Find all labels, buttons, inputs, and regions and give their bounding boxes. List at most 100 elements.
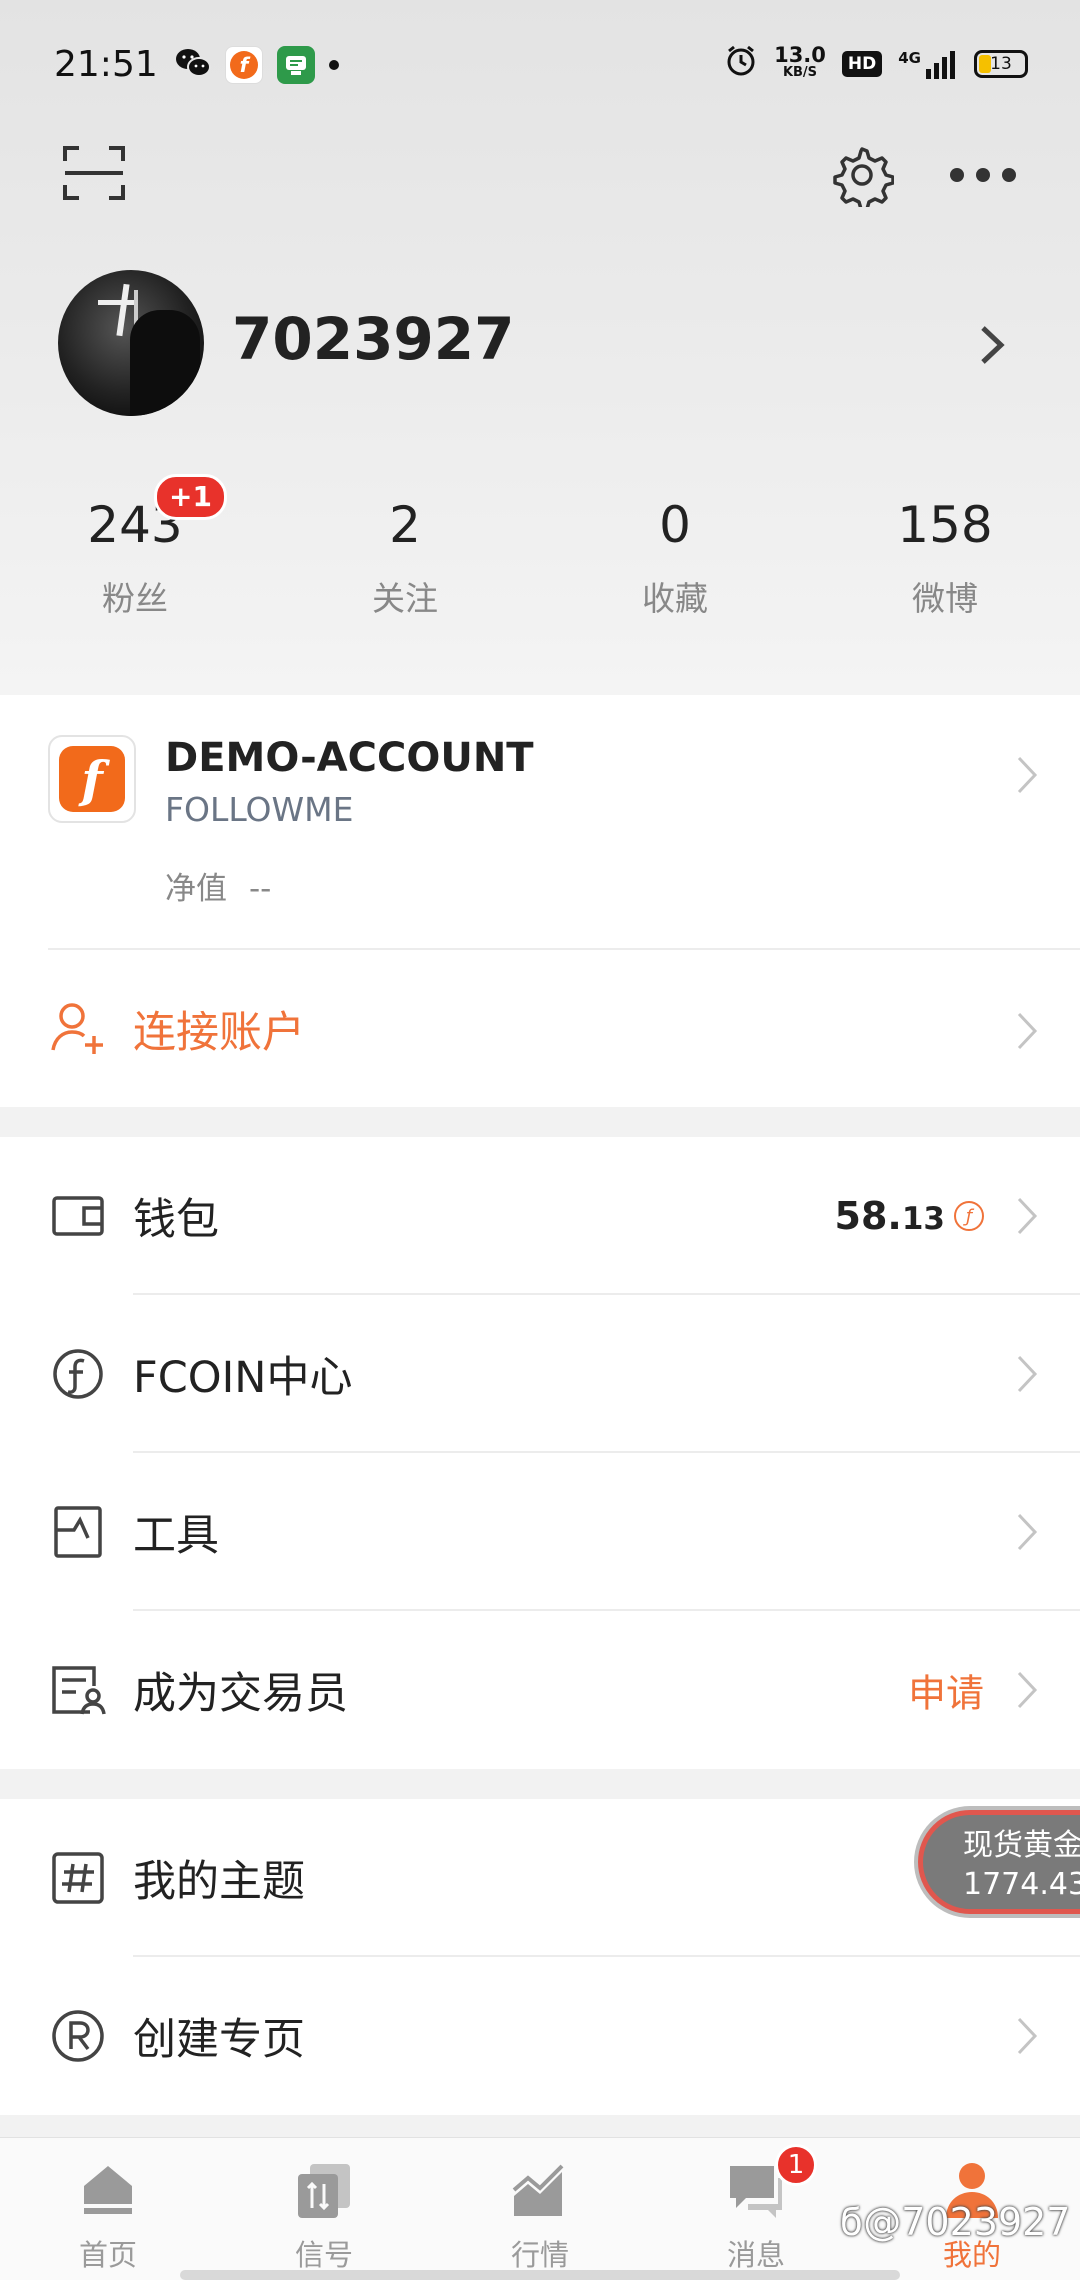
account-card: f DEMO-ACCOUNT FOLLOWME 净值 -- 连接账户 bbox=[0, 695, 1080, 1107]
stat-posts[interactable]: 158 微博 bbox=[810, 490, 1080, 650]
chevron-right-icon bbox=[1016, 1354, 1038, 1394]
weibo-icon: ϭ bbox=[840, 2200, 864, 2244]
status-time: 21:51 bbox=[54, 44, 158, 85]
tab-label: 信号 bbox=[294, 2238, 353, 2272]
followme-logo-icon: f bbox=[48, 735, 136, 823]
fcoin-center-icon bbox=[50, 1346, 106, 1402]
speed-value: 13.0 bbox=[774, 43, 826, 67]
stat-label: 关注 bbox=[372, 579, 438, 618]
battery-icon: 13 bbox=[974, 50, 1028, 78]
more-icon[interactable] bbox=[950, 160, 1022, 190]
add-user-icon bbox=[50, 1000, 108, 1058]
tab-label: 消息 bbox=[726, 2238, 785, 2272]
network-type: 4G bbox=[898, 49, 921, 67]
profile-stats: 243 粉丝 +1 2 关注 0 收藏 158 微博 bbox=[0, 474, 1080, 650]
trader-icon bbox=[50, 1662, 106, 1718]
chevron-right-icon[interactable] bbox=[1016, 1011, 1038, 1051]
signals-icon bbox=[294, 2160, 354, 2220]
connect-account-button[interactable]: 连接账户 bbox=[133, 998, 305, 1060]
menu-item-create-page[interactable]: 创建专页 bbox=[0, 1957, 1080, 2115]
status-right: 13.0 KB/S HD 4G 13 bbox=[724, 44, 1028, 84]
menu-item-wallet[interactable]: 钱包 58.13 ƒ bbox=[0, 1137, 1080, 1295]
watermark: ϭ@7023927 bbox=[840, 2200, 1071, 2244]
ticker-name: 现货黄金 bbox=[963, 1828, 1080, 1863]
menu-item-fcoin[interactable]: FCOIN中心 bbox=[0, 1295, 1080, 1453]
tab-messages[interactable]: 1 消息 bbox=[648, 2138, 864, 2280]
status-bar: 21:51 f 13.0 KB/S HD 4G 13 bbox=[0, 0, 1080, 130]
divider bbox=[48, 948, 1080, 950]
stat-label: 微博 bbox=[912, 579, 978, 618]
home-icon bbox=[78, 2160, 138, 2220]
chevron-right-icon bbox=[1016, 1670, 1038, 1710]
menu-label: 创建专页 bbox=[133, 2015, 305, 2065]
stat-value: 0 bbox=[659, 496, 691, 554]
stat-value: 2 bbox=[389, 496, 421, 554]
chat-app-icon bbox=[277, 46, 315, 84]
chevron-right-icon bbox=[1016, 1512, 1038, 1552]
hashtag-icon bbox=[50, 1850, 106, 1906]
ticker-price: 1774.43 bbox=[963, 1867, 1080, 1902]
gear-icon[interactable] bbox=[830, 143, 895, 211]
battery-level: 13 bbox=[990, 54, 1012, 74]
net-value-label: 净值 bbox=[165, 871, 227, 907]
account-broker: FOLLOWME bbox=[165, 790, 354, 829]
tools-icon bbox=[50, 1504, 106, 1560]
stat-label: 收藏 bbox=[642, 579, 708, 618]
chevron-right-icon bbox=[1016, 1196, 1038, 1236]
tab-label: 行情 bbox=[510, 2238, 569, 2272]
home-indicator[interactable] bbox=[180, 2270, 900, 2280]
wallet-icon bbox=[50, 1188, 106, 1244]
wallet-balance: 58.13 bbox=[835, 1194, 945, 1238]
wallet-balance-decimal: 13 bbox=[901, 1201, 945, 1237]
stat-label: 粉丝 bbox=[102, 579, 168, 618]
menu-item-tools[interactable]: 工具 bbox=[0, 1453, 1080, 1611]
net-value-amount: -- bbox=[249, 871, 272, 907]
chevron-right-icon[interactable] bbox=[1016, 755, 1038, 795]
avatar-silhouette bbox=[130, 310, 200, 416]
avatar[interactable] bbox=[58, 270, 204, 416]
network-speed: 13.0 KB/S bbox=[774, 43, 826, 82]
alarm-icon bbox=[724, 44, 758, 84]
username[interactable]: 7023927 bbox=[232, 305, 515, 373]
fcoin-icon: ƒ bbox=[954, 1201, 984, 1231]
gold-price-ticker[interactable]: 现货黄金 1774.43 bbox=[918, 1810, 1080, 1914]
tab-market[interactable]: 行情 bbox=[432, 2138, 648, 2280]
net-value: 净值 -- bbox=[165, 863, 271, 908]
unread-badge: 1 bbox=[775, 2144, 817, 2186]
chart-icon bbox=[510, 2160, 570, 2220]
dot-icon bbox=[329, 60, 339, 70]
menu-item-become-trader[interactable]: 成为交易员 申请 bbox=[0, 1611, 1080, 1769]
menu-label: FCOIN中心 bbox=[133, 1353, 353, 1403]
wallet-balance-main: 58. bbox=[834, 1194, 902, 1238]
logo-letter: f bbox=[59, 746, 125, 812]
menu-label: 工具 bbox=[133, 1511, 219, 1561]
wechat-icon bbox=[175, 47, 211, 83]
tab-signals[interactable]: 信号 bbox=[216, 2138, 432, 2280]
notification-icons: f bbox=[175, 46, 339, 84]
stat-value: 243 bbox=[87, 496, 183, 554]
menu-label: 我的主题 bbox=[133, 1857, 305, 1907]
menu-label: 钱包 bbox=[133, 1195, 219, 1245]
avatar-art-2 bbox=[98, 300, 138, 305]
chevron-right-icon[interactable] bbox=[975, 322, 1009, 368]
watermark-text: @7023927 bbox=[863, 2200, 1071, 2244]
registered-icon bbox=[50, 2008, 106, 2064]
signal-icon: 4G bbox=[898, 49, 958, 79]
stat-value: 158 bbox=[897, 496, 993, 554]
account-name[interactable]: DEMO-ACCOUNT bbox=[165, 735, 534, 781]
hd-badge: HD bbox=[841, 51, 883, 77]
stat-followers[interactable]: 243 粉丝 +1 bbox=[0, 474, 270, 650]
stat-following[interactable]: 2 关注 bbox=[270, 490, 540, 650]
new-followers-badge: +1 bbox=[154, 474, 227, 520]
apply-link[interactable]: 申请 bbox=[908, 1663, 984, 1718]
menu-group-secondary: 我的主题 创建专页 bbox=[0, 1799, 1080, 2115]
menu-item-my-topics[interactable]: 我的主题 bbox=[0, 1799, 1080, 1957]
chevron-right-icon bbox=[1016, 2016, 1038, 2056]
stat-favorites[interactable]: 0 收藏 bbox=[540, 490, 810, 650]
menu-label: 成为交易员 bbox=[133, 1669, 348, 1719]
menu-group-main: 钱包 58.13 ƒ FCOIN中心 工具 成为交易员 申请 bbox=[0, 1137, 1080, 1769]
tab-home[interactable]: 首页 bbox=[0, 2138, 216, 2280]
tab-label: 首页 bbox=[78, 2238, 137, 2272]
scan-icon[interactable] bbox=[62, 143, 126, 203]
followme-app-icon: f bbox=[225, 46, 263, 84]
